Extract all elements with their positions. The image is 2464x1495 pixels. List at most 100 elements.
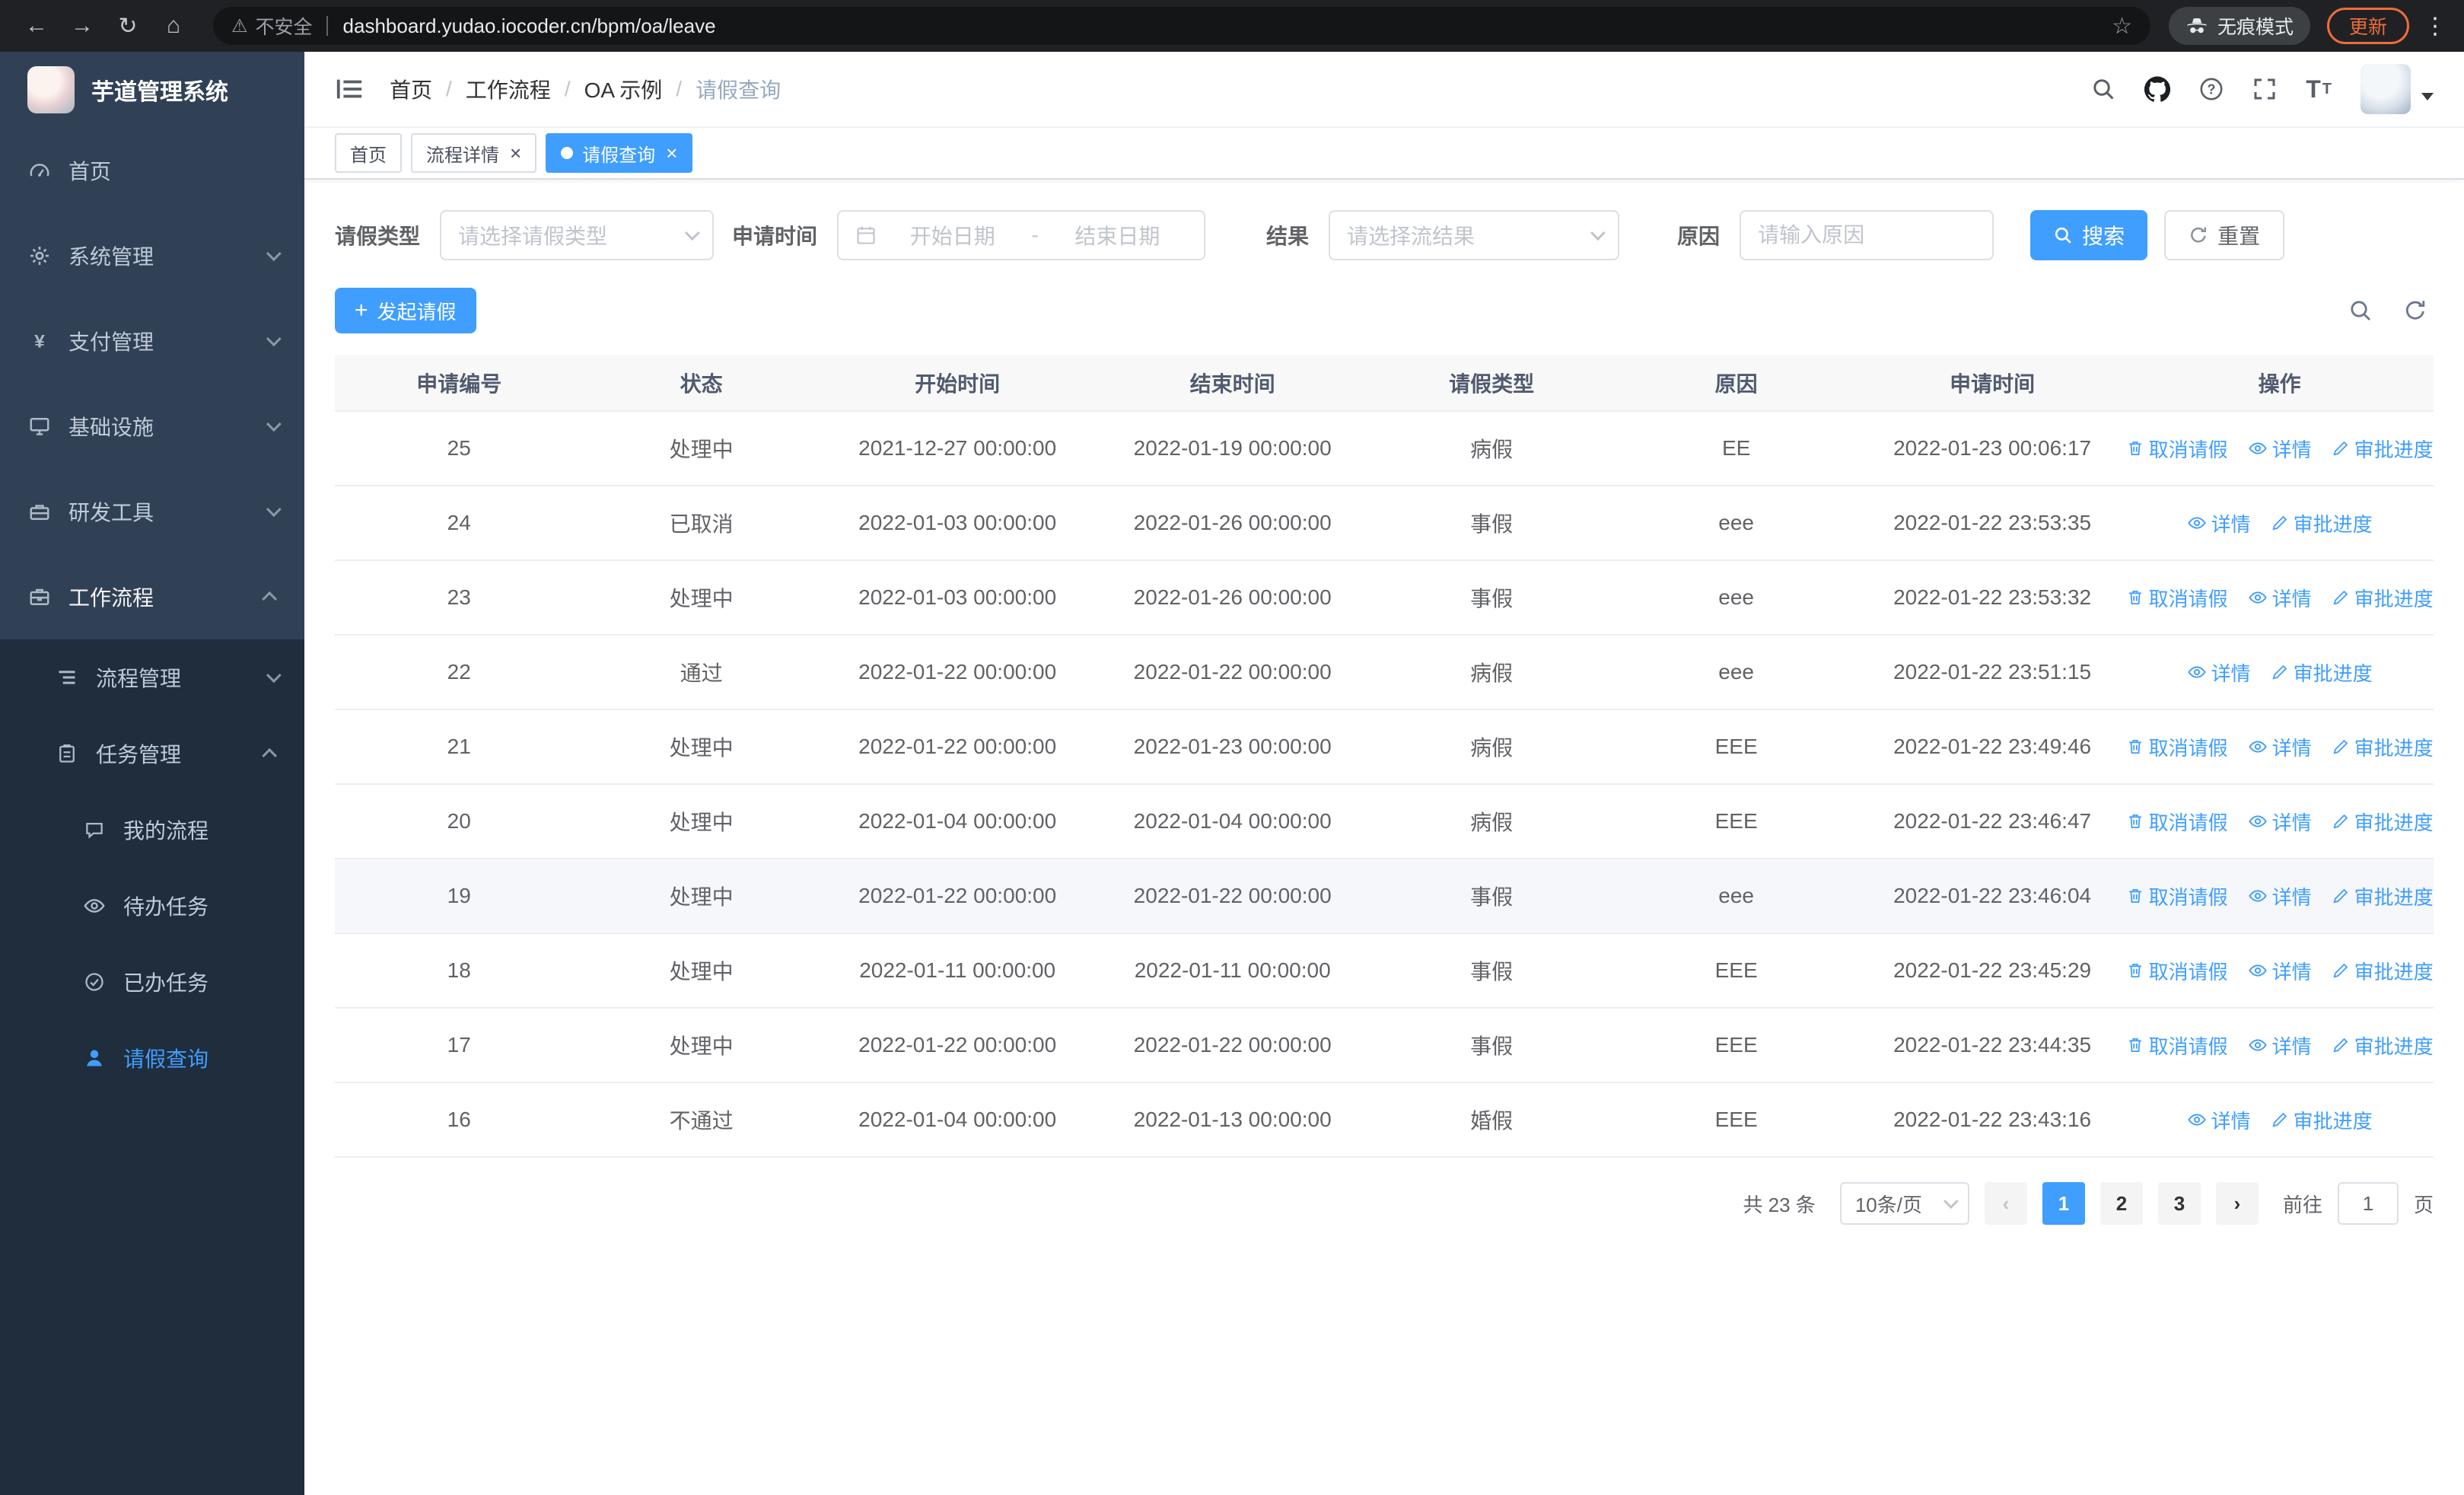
browser-reload-icon[interactable]: ↻: [107, 6, 149, 46]
start-date-placeholder[interactable]: 开始日期: [883, 220, 1022, 250]
browser-menu-icon[interactable]: ⋮: [2421, 13, 2449, 40]
help-icon[interactable]: ?: [2199, 77, 2224, 101]
detail-action[interactable]: 详情: [2248, 808, 2312, 836]
detail-action[interactable]: 详情: [2248, 882, 2312, 910]
sidebar-item-leave-query-label: 请假查询: [123, 1047, 209, 1071]
create-leave-button[interactable]: + 发起请假: [335, 288, 476, 333]
reason-input[interactable]: [1740, 210, 1994, 260]
bookmark-star-icon[interactable]: ☆: [2112, 13, 2132, 40]
search-icon[interactable]: [2091, 77, 2115, 101]
sidebar-item-payment-management[interactable]: ¥ 支付管理: [0, 298, 304, 384]
approval-progress-action[interactable]: 审批进度: [2271, 509, 2373, 537]
cell-type: 事假: [1369, 1008, 1614, 1083]
user-avatar[interactable]: [2361, 64, 2411, 114]
browser-update-button[interactable]: 更新: [2326, 8, 2409, 44]
detail-action[interactable]: 详情: [2248, 435, 2312, 463]
approval-progress-action[interactable]: 审批进度: [2332, 435, 2434, 463]
detail-action[interactable]: 详情: [2248, 584, 2312, 612]
reset-button[interactable]: 重置: [2164, 210, 2285, 260]
next-page-button[interactable]: ›: [2215, 1182, 2259, 1225]
tab-close-icon[interactable]: ×: [510, 143, 521, 163]
page-button-2[interactable]: 2: [2099, 1182, 2143, 1225]
cancel-leave-action[interactable]: 取消请假: [2126, 957, 2228, 985]
approval-progress-action-label: 审批进度: [2354, 1034, 2434, 1058]
page-button-1[interactable]: 1: [2042, 1182, 2085, 1225]
cancel-leave-action[interactable]: 取消请假: [2126, 808, 2228, 836]
detail-action-label: 详情: [2271, 438, 2312, 461]
chevron-down-icon: [1590, 225, 1606, 241]
approval-progress-action-label: 审批进度: [2293, 1109, 2373, 1133]
apply-time-range-picker[interactable]: 开始日期 - 结束日期: [837, 210, 1206, 260]
tab-process-detail[interactable]: 流程详情 ×: [411, 133, 537, 173]
page-button-3[interactable]: 3: [2157, 1182, 2201, 1225]
column-header: 申请时间: [1858, 355, 2126, 412]
sidebar-item-dev-tools[interactable]: 研发工具: [0, 469, 304, 554]
prev-page-button[interactable]: ‹: [1984, 1182, 2027, 1225]
hamburger-icon[interactable]: [335, 75, 364, 104]
approval-progress-action[interactable]: 审批进度: [2332, 733, 2434, 761]
security-label[interactable]: 不安全: [256, 12, 313, 40]
tab-home[interactable]: 首页: [335, 133, 402, 173]
browser-back-icon[interactable]: ←: [15, 6, 58, 46]
detail-action[interactable]: 详情: [2187, 509, 2251, 537]
tab-leave-query[interactable]: 请假查询 ×: [546, 133, 693, 173]
breadcrumb-item[interactable]: OA 示例: [584, 74, 663, 104]
sidebar-item-home[interactable]: 首页: [0, 128, 304, 213]
cancel-leave-action[interactable]: 取消请假: [2126, 733, 2228, 761]
approval-progress-action[interactable]: 审批进度: [2332, 882, 2434, 910]
breadcrumb-item[interactable]: 工作流程: [466, 74, 551, 104]
detail-action[interactable]: 详情: [2248, 733, 2312, 761]
detail-action[interactable]: 详情: [2248, 957, 2312, 985]
approval-progress-action[interactable]: 审批进度: [2271, 658, 2373, 687]
cell-id: 24: [335, 486, 584, 561]
table-refresh-icon[interactable]: [2403, 298, 2427, 323]
sidebar-item-done-tasks[interactable]: 已办任务: [0, 944, 304, 1020]
goto-page-input[interactable]: [2337, 1182, 2399, 1225]
cancel-leave-action[interactable]: 取消请假: [2126, 584, 2228, 612]
chevron-down-icon[interactable]: [2421, 93, 2434, 100]
cell-end: 2022-01-23 00:00:00: [1095, 709, 1370, 785]
sidebar-item-leave-query[interactable]: 请假查询: [0, 1020, 304, 1096]
url-text[interactable]: dashboard.yudao.iocoder.cn/bpm/oa/leave: [343, 14, 2100, 38]
page-size-select[interactable]: 10条/页: [1839, 1182, 1969, 1225]
sidebar-item-system-management-label: 系统管理: [68, 245, 154, 269]
sidebar-item-my-process[interactable]: 我的流程: [0, 792, 304, 868]
breadcrumb-item[interactable]: 首页: [390, 74, 432, 104]
detail-action[interactable]: 详情: [2187, 1106, 2251, 1134]
cell-reason: EEE: [1613, 1082, 1859, 1158]
trash-icon: [2126, 961, 2144, 980]
sidebar-item-workflow[interactable]: 工作流程: [0, 554, 304, 639]
tab-close-icon[interactable]: ×: [666, 143, 677, 163]
cancel-leave-action[interactable]: 取消请假: [2126, 1031, 2228, 1060]
search-button[interactable]: 搜索: [2030, 210, 2148, 260]
approval-progress-action[interactable]: 审批进度: [2332, 957, 2434, 985]
sidebar-item-todo-tasks[interactable]: 待办任务: [0, 868, 304, 944]
cancel-leave-action[interactable]: 取消请假: [2126, 435, 2228, 463]
approval-progress-action[interactable]: 审批进度: [2332, 1031, 2434, 1060]
sidebar-item-system-management[interactable]: 系统管理: [0, 213, 304, 298]
leave-type-select[interactable]: 请选择请假类型: [440, 210, 715, 260]
end-date-placeholder[interactable]: 结束日期: [1048, 220, 1187, 250]
result-select[interactable]: 请选择流结果: [1329, 210, 1620, 260]
cancel-leave-action[interactable]: 取消请假: [2126, 882, 2228, 910]
approval-progress-action[interactable]: 审批进度: [2332, 808, 2434, 836]
table-search-icon[interactable]: [2348, 298, 2373, 323]
fullscreen-icon[interactable]: [2252, 77, 2277, 101]
tab-label: 首页: [350, 145, 387, 166]
github-icon[interactable]: [2144, 76, 2171, 102]
address-bar[interactable]: ⚠ 不安全 dashboard.yudao.iocoder.cn/bpm/oa/…: [213, 7, 2150, 45]
cell-applied: 2022-01-23 00:06:17: [1858, 411, 2126, 486]
sidebar-item-process-management[interactable]: 流程管理: [0, 639, 304, 716]
approval-progress-action[interactable]: 审批进度: [2271, 1106, 2373, 1134]
browser-forward-icon[interactable]: →: [61, 6, 103, 46]
browser-home-icon[interactable]: ⌂: [152, 6, 195, 46]
detail-action[interactable]: 详情: [2248, 1031, 2312, 1060]
incognito-icon: [2185, 14, 2208, 37]
table-row: 21 处理中 2022-01-22 00:00:00 2022-01-23 00:00…: [335, 709, 2434, 785]
font-size-icon[interactable]: TT: [2306, 75, 2332, 104]
sidebar-item-task-management[interactable]: 任务管理: [0, 716, 304, 792]
sidebar-logo[interactable]: 芋道管理系统: [0, 52, 304, 128]
detail-action[interactable]: 详情: [2187, 658, 2251, 687]
approval-progress-action[interactable]: 审批进度: [2332, 584, 2434, 612]
sidebar-item-infrastructure[interactable]: 基础设施: [0, 384, 304, 469]
